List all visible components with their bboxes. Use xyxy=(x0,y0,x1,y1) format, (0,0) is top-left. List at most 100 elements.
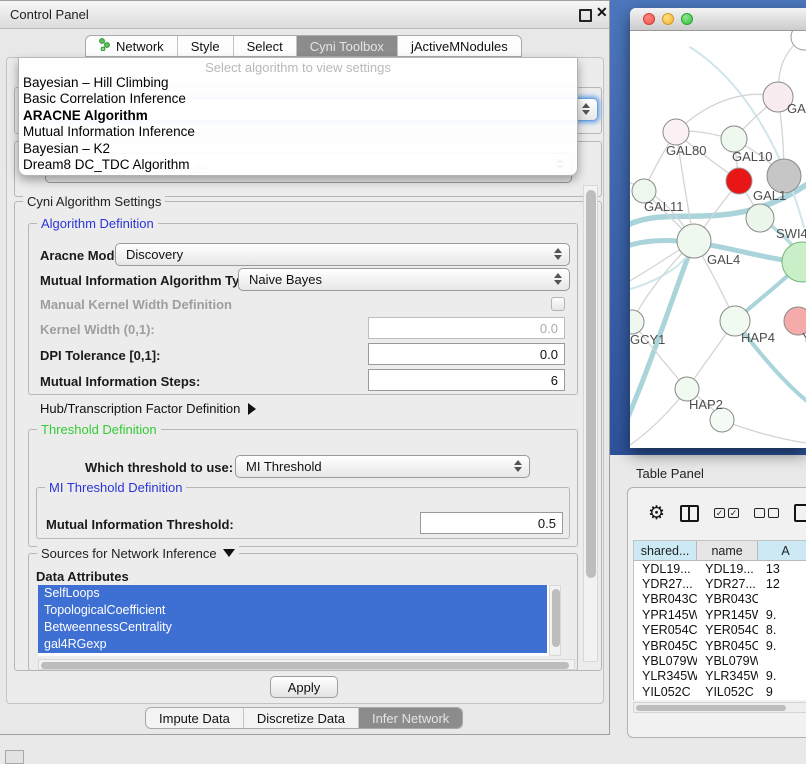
mi-threshold-title: MI Threshold Definition xyxy=(45,480,186,495)
network-node[interactable] xyxy=(726,168,752,194)
network-view-window[interactable]: GALGAL80GAL10GAL1GAL11SWI4GAL4GCY1HAP4YH… xyxy=(630,8,806,448)
network-node[interactable] xyxy=(663,119,689,145)
table-row[interactable]: YBR045CYBR045C9. xyxy=(634,638,806,653)
split-columns-icon[interactable] xyxy=(680,505,699,522)
table-cell: YDL19... xyxy=(634,561,697,576)
tab-impute-data[interactable]: Impute Data xyxy=(146,708,243,728)
node-table: shared...nameA YDL19...YDL19...13YDR27..… xyxy=(633,540,806,700)
deselect-all-checks-icon[interactable] xyxy=(754,508,779,518)
table-column-header[interactable]: A xyxy=(758,541,806,561)
tab-jactivemnodules[interactable]: jActiveMNodules xyxy=(397,36,521,56)
network-node[interactable] xyxy=(630,310,644,334)
manual-kernel-label: Manual Kernel Width Definition xyxy=(40,297,232,312)
window-zoom-icon[interactable] xyxy=(681,13,693,25)
dropdown-option[interactable]: Bayesian – K2 xyxy=(19,141,577,157)
combo-arrows-icon xyxy=(554,248,562,260)
table-row[interactable]: YBL079WYBL079W xyxy=(634,653,806,668)
control-panel-titlebar[interactable] xyxy=(0,1,609,29)
network-node[interactable] xyxy=(677,224,711,258)
float-window-icon[interactable] xyxy=(579,9,592,22)
node-label: GAL80 xyxy=(666,143,706,158)
table-cell: YER054C xyxy=(697,623,758,638)
tab-infer-network[interactable]: Infer Network xyxy=(358,708,462,728)
dpi-tolerance-field[interactable]: 0.0 xyxy=(368,343,565,365)
dropdown-option[interactable]: Dream8 DC_TDC Algorithm xyxy=(19,157,577,173)
apply-button[interactable]: Apply xyxy=(270,676,338,698)
window-minimize-icon[interactable] xyxy=(662,13,674,25)
table-toolbar: ⚙ ✓✓ xyxy=(628,496,806,530)
control-panel-title: Control Panel xyxy=(10,7,89,22)
data-attribute-item[interactable]: TopologicalCoefficient xyxy=(38,602,547,619)
data-attributes-list[interactable]: SelfLoopsTopologicalCoefficientBetweenne… xyxy=(38,585,561,656)
cyni-bottom-tabs: Impute Data Discretize Data Infer Networ… xyxy=(145,707,463,729)
aracne-mode-combo[interactable]: Discovery xyxy=(115,243,570,266)
document-icon[interactable] xyxy=(794,504,806,522)
tab-cyni-toolbox[interactable]: Cyni Toolbox xyxy=(296,36,397,56)
network-node[interactable] xyxy=(791,31,806,50)
tab-network[interactable]: Network xyxy=(86,36,177,56)
aracne-mode-label: Aracne Mode: xyxy=(40,248,126,263)
table-row[interactable]: YDL19...YDL19...13 xyxy=(634,561,806,576)
dropdown-option[interactable]: Bayesian – Hill Climbing xyxy=(19,75,577,91)
hub-definition-expander[interactable]: Hub/Transcription Factor Definition xyxy=(40,401,256,416)
network-node[interactable] xyxy=(746,204,774,232)
network-canvas[interactable]: GALGAL80GAL10GAL1GAL11SWI4GAL4GCY1HAP4YH… xyxy=(630,31,806,448)
dropdown-option[interactable]: Basic Correlation Inference xyxy=(19,91,577,107)
settings-scrollbar[interactable] xyxy=(583,185,598,662)
window-close-icon[interactable] xyxy=(643,13,655,25)
table-row[interactable]: YER054CYER054C8. xyxy=(634,623,806,638)
network-edge[interactable] xyxy=(722,420,806,443)
table-row[interactable]: YBR043CYBR043C xyxy=(634,592,806,607)
node-label: SWI4 xyxy=(776,226,806,241)
tab-select[interactable]: Select xyxy=(233,36,296,56)
table-cell xyxy=(758,653,806,668)
table-cell: YLR345W xyxy=(634,669,697,684)
sources-title[interactable]: Sources for Network Inference xyxy=(37,546,239,561)
combo-arrows-icon xyxy=(514,460,522,472)
table-row[interactable]: YPR145WYPR145W9. xyxy=(634,607,806,622)
node-label: GCY1 xyxy=(630,332,665,347)
expand-right-icon xyxy=(248,403,256,415)
screenshot-root: { "colors":{ "selection_blue":"#3e6fd3",… xyxy=(0,0,806,762)
dropdown-option[interactable]: Mutual Information Inference xyxy=(19,124,577,140)
table-cell: 8. xyxy=(758,623,806,638)
which-threshold-combo[interactable]: MI Threshold xyxy=(235,455,530,478)
data-attribute-item[interactable]: BetweennessCentrality xyxy=(38,619,547,636)
mi-threshold-field[interactable]: 0.5 xyxy=(420,512,563,534)
table-column-header[interactable]: name xyxy=(697,541,758,561)
data-attributes-hscrollbar[interactable] xyxy=(38,659,575,670)
close-icon[interactable]: ✕ xyxy=(596,4,608,21)
table-cell: 12 xyxy=(758,576,806,591)
control-panel-tabs: Network Style Select Cyni Toolbox jActiv… xyxy=(85,35,522,57)
tab-style[interactable]: Style xyxy=(177,36,233,56)
manual-kernel-checkbox[interactable] xyxy=(551,297,565,311)
table-cell: YBL079W xyxy=(634,653,697,668)
data-attribute-item[interactable]: gal4RGexp xyxy=(38,636,547,653)
gear-icon[interactable]: ⚙ xyxy=(648,504,665,523)
node-label: HAP4 xyxy=(741,330,775,345)
table-cell: YBR045C xyxy=(634,638,697,653)
network-window-titlebar[interactable] xyxy=(630,8,806,31)
table-panel-title: Table Panel xyxy=(636,466,704,481)
kernel-width-label: Kernel Width (0,1): xyxy=(40,322,155,337)
table-column-header[interactable]: shared... xyxy=(634,541,697,561)
tab-discretize-data[interactable]: Discretize Data xyxy=(243,708,358,728)
table-hscrollbar[interactable] xyxy=(633,702,806,713)
table-row[interactable]: YDR27...YDR27...12 xyxy=(634,576,806,591)
mi-steps-field[interactable]: 6 xyxy=(368,369,565,391)
tab-network-label: Network xyxy=(116,39,164,54)
select-all-checks-icon[interactable]: ✓✓ xyxy=(714,508,739,518)
node-label: GAL4 xyxy=(707,252,740,267)
dropdown-option[interactable]: ARACNE Algorithm xyxy=(19,108,577,124)
table-row[interactable]: YLR345WYLR345W9. xyxy=(634,669,806,684)
data-attributes-vscrollbar[interactable] xyxy=(549,585,561,656)
table-cell: YBR045C xyxy=(697,638,758,653)
data-attributes-label: Data Attributes xyxy=(36,569,129,584)
mi-type-combo[interactable]: Naive Bayes xyxy=(238,268,570,291)
data-attribute-item[interactable]: SelfLoops xyxy=(38,585,547,602)
node-label: Y xyxy=(802,330,806,345)
table-row[interactable]: YIL052CYIL052C9 xyxy=(634,684,806,699)
dropdown-prompt: Select algorithm to view settings xyxy=(19,58,577,75)
collapse-down-icon xyxy=(223,549,235,557)
node-label: GAL1 xyxy=(753,188,786,203)
